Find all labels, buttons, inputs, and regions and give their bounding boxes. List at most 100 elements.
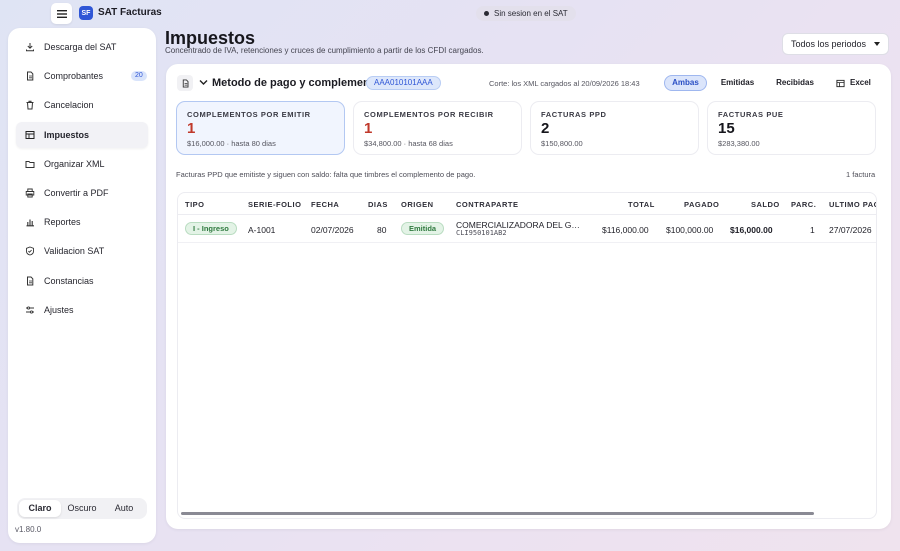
column-header-total[interactable]: TOTAL <box>628 200 655 209</box>
theme-option-claro[interactable]: Claro <box>19 500 61 517</box>
result-count: 1 factura <box>846 170 876 179</box>
theme-option-auto[interactable]: Auto <box>103 500 145 517</box>
cut-date-text: Corte: los XML cargados al 20/09/2026 18… <box>489 79 640 88</box>
filter-emitidas-button[interactable]: Emitidas <box>715 75 760 91</box>
theme-switch: Claro Oscuro Auto <box>17 498 147 519</box>
stat-label: FACTURAS PUE <box>718 110 784 119</box>
sidebar-item-descarga[interactable]: Descarga del SAT <box>16 34 148 60</box>
sidebar-item-comprobantes[interactable]: Comprobantes 20 <box>16 63 148 89</box>
column-header-origen[interactable]: ORIGEN <box>401 200 434 209</box>
menu-button[interactable] <box>51 3 72 24</box>
serie-folio-cell: A-1001 <box>248 225 276 235</box>
table-row[interactable]: I - Ingreso A-1001 02/07/2026 80 Emitida… <box>178 215 876 243</box>
period-select-value: Todos los periodos <box>791 39 867 49</box>
session-status-label: Sin sesion en el SAT <box>494 9 568 18</box>
stat-sub: $34,800.00 · hasta 68 dias <box>364 139 453 148</box>
sidebar-item-organizar-xml[interactable]: Organizar XML <box>16 151 148 177</box>
sidebar-item-label: Organizar XML <box>44 158 105 169</box>
stat-label: COMPLEMENTOS POR EMITIR <box>187 110 311 119</box>
parcialidad-cell: 1 <box>810 225 815 235</box>
document-button[interactable] <box>177 75 193 91</box>
horizontal-scrollbar[interactable] <box>181 512 814 515</box>
sidebar-item-label: Reportes <box>44 217 81 228</box>
stat-complementos-recibir[interactable]: COMPLEMENTOS POR RECIBIR 1 $34,800.00 · … <box>353 101 522 155</box>
column-header-serie-folio[interactable]: SERIE-FOLIO <box>248 200 301 209</box>
app-name: SAT Facturas <box>98 7 162 18</box>
fecha-cell: 02/07/2026 <box>311 225 354 235</box>
section-title: Metodo de pago y complementos <box>212 77 387 89</box>
file-icon <box>27 276 34 285</box>
session-status[interactable]: Sin sesion en el SAT <box>476 6 576 21</box>
sidebar-nav: Descarga del SAT Comprobantes 20 Cancela… <box>8 34 156 326</box>
sidebar-item-convertir-pdf[interactable]: Convertir a PDF <box>16 180 148 206</box>
sidebar-item-label: Ajustes <box>44 304 74 315</box>
sidebar-item-label: Descarga del SAT <box>44 42 117 52</box>
sliders-icon <box>26 306 34 314</box>
chevron-down-icon[interactable] <box>199 79 208 86</box>
sidebar-item-reportes[interactable]: Reportes <box>16 209 148 235</box>
origen-badge: Emitida <box>401 222 445 235</box>
folder-icon <box>25 160 35 168</box>
sidebar: Descarga del SAT Comprobantes 20 Cancela… <box>8 28 156 543</box>
payment-method-panel: Metodo de pago y complementos AAA010101A… <box>166 64 891 529</box>
sidebar-item-label: Comprobantes <box>44 71 104 82</box>
stat-sub: $150,800.00 <box>541 139 583 148</box>
bar-chart-icon <box>26 219 34 227</box>
stat-label: COMPLEMENTOS POR RECIBIR <box>364 110 494 119</box>
stat-complementos-emitir[interactable]: COMPLEMENTOS POR EMITIR 1 $16,000.00 · h… <box>176 101 345 155</box>
column-header-parcialidad[interactable]: PARC. <box>791 200 816 209</box>
stat-facturas-ppd[interactable]: FACTURAS PPD 2 $150,800.00 <box>530 101 699 155</box>
period-select[interactable]: Todos los periodos <box>782 33 889 55</box>
download-icon <box>26 43 34 52</box>
app-logo: SF <box>79 6 93 20</box>
sidebar-item-label: Constancias <box>44 275 94 286</box>
caret-down-icon <box>874 42 880 46</box>
stat-label: FACTURAS PPD <box>541 110 607 119</box>
contraparte-rfc-cell: CLI950101AB2 <box>456 229 507 237</box>
rfc-badge: AAA010101AAA <box>366 76 441 90</box>
filter-ambas-button[interactable]: Ambas <box>664 75 707 91</box>
table-icon <box>25 130 35 139</box>
shield-check-icon <box>26 246 34 256</box>
table-header: TIPO SERIE-FOLIO FECHA DIAS ORIGEN CONTR… <box>178 193 876 215</box>
invoices-table: TIPO SERIE-FOLIO FECHA DIAS ORIGEN CONTR… <box>177 192 877 519</box>
column-header-pagado[interactable]: PAGADO <box>684 200 719 209</box>
count-badge: 20 <box>131 71 147 82</box>
sidebar-item-label: Validacion SAT <box>44 246 105 257</box>
stat-value: 2 <box>541 120 550 137</box>
column-header-contraparte[interactable]: CONTRAPARTE <box>456 200 518 209</box>
document-icon <box>182 78 188 88</box>
stat-value: 15 <box>718 120 735 137</box>
stat-sub: $283,380.00 <box>718 139 760 148</box>
excel-export-button[interactable]: Excel <box>836 75 871 91</box>
excel-label: Excel <box>850 78 871 87</box>
column-header-ultimo-pago[interactable]: ULTIMO PAG <box>829 200 876 209</box>
file-icon <box>27 71 34 81</box>
column-header-fecha[interactable]: FECHA <box>311 200 339 209</box>
stat-value: 1 <box>364 120 373 137</box>
stat-facturas-pue[interactable]: FACTURAS PUE 15 $283,380.00 <box>707 101 876 155</box>
dias-cell: 80 <box>377 225 387 235</box>
filter-recibidas-button[interactable]: Recibidas <box>770 75 820 91</box>
sidebar-item-ajustes[interactable]: Ajustes <box>16 297 148 323</box>
column-header-dias[interactable]: DIAS <box>368 200 388 209</box>
tipo-badge: I - Ingreso <box>185 222 237 235</box>
status-dot-icon <box>484 11 489 16</box>
titlebar: SF SAT Facturas Sin sesion en el SAT <box>0 0 900 27</box>
sidebar-item-cancelacion[interactable]: Cancelacion <box>16 92 148 118</box>
spreadsheet-icon <box>836 79 845 87</box>
printer-icon <box>25 188 35 198</box>
sidebar-item-constancias[interactable]: Constancias <box>16 268 148 294</box>
sidebar-item-impuestos[interactable]: Impuestos <box>16 121 148 148</box>
page-subtitle: Concentrado de IVA, retenciones y cruces… <box>165 46 484 55</box>
saldo-cell: $16,000.00 <box>730 225 773 235</box>
column-header-saldo[interactable]: SALDO <box>751 200 780 209</box>
pagado-cell: $100,000.00 <box>666 225 714 235</box>
sidebar-item-label: Cancelacion <box>44 100 94 111</box>
theme-option-oscuro[interactable]: Oscuro <box>61 500 103 517</box>
stat-value: 1 <box>187 120 196 137</box>
total-cell: $116,000.00 <box>602 225 649 235</box>
app-version: v1.80.0 <box>15 525 42 534</box>
column-header-tipo[interactable]: TIPO <box>185 200 205 209</box>
sidebar-item-validacion-sat[interactable]: Validacion SAT <box>16 238 148 264</box>
